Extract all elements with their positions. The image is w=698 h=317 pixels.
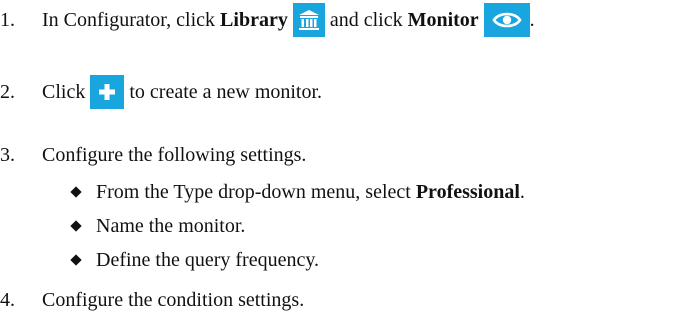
- bullet-icon: [70, 186, 82, 198]
- step-4-text: Configure the condition settings.: [42, 289, 305, 311]
- step-1: 1. In Configurator, click Library and cl…: [0, 3, 535, 37]
- bullet-icon: [70, 254, 82, 266]
- step-2-number: 2.: [0, 81, 15, 103]
- instruction-document: 1. In Configurator, click Library and cl…: [0, 0, 698, 316]
- bullet-2-text: Name the monitor.: [96, 215, 246, 237]
- library-label: Library: [220, 9, 288, 31]
- step-1-number: 1.: [0, 9, 15, 31]
- step-2: 2. Click to create a new monitor.: [0, 75, 322, 109]
- monitor-label: Monitor: [407, 9, 479, 31]
- bullet-1-text-a: From the Type drop-down menu, select: [96, 181, 411, 203]
- step-3: 3. Configure the following settings.: [0, 138, 306, 172]
- step-3-text: Configure the following settings.: [42, 144, 307, 166]
- step-1-text: In Configurator, click Library and click…: [24, 3, 535, 37]
- step-2-text-b: to create a new monitor.: [129, 81, 323, 103]
- step-4-number: 4.: [0, 289, 15, 311]
- step-3-bullet-1: From the Type drop-down menu, select Pro…: [70, 175, 525, 209]
- bullet-icon: [70, 220, 82, 232]
- step-3-bullet-2: Name the monitor.: [70, 209, 246, 243]
- step-3-number: 3.: [0, 144, 15, 166]
- step-3-bullet-3: Define the query frequency.: [70, 243, 320, 277]
- library-icon: [292, 3, 325, 37]
- step-2-text: Click to create a new monitor.: [24, 75, 322, 109]
- bullet-1-period: .: [519, 181, 525, 203]
- professional-label: Professional: [415, 181, 520, 203]
- plus-icon: [90, 75, 125, 109]
- step-4: 4. Configure the condition settings.: [0, 283, 304, 317]
- step-1-period: .: [529, 9, 535, 31]
- step-2-text-a: Click: [42, 81, 86, 103]
- step-1-text-b: and click: [329, 9, 403, 31]
- step-1-text-a: In Configurator, click: [42, 9, 216, 31]
- eye-icon: [483, 3, 530, 37]
- bullet-3-text: Define the query frequency.: [96, 249, 320, 271]
